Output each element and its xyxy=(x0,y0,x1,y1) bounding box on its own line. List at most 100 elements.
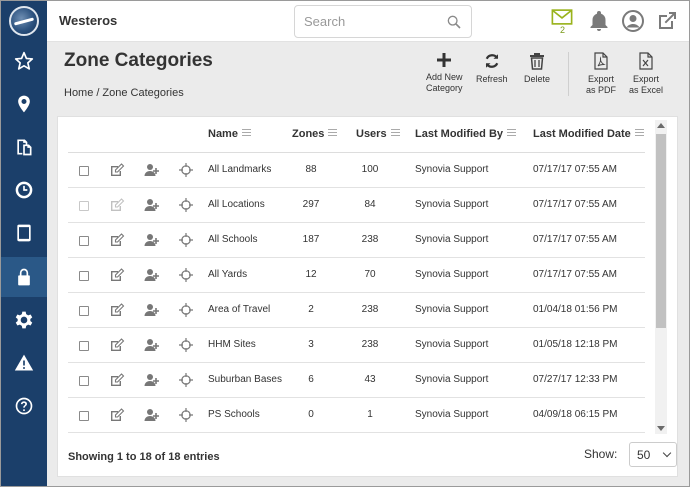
nav-devices[interactable] xyxy=(1,213,47,253)
cell-zones: 12 xyxy=(305,269,317,280)
table-info: Showing 1 to 18 of 18 entries xyxy=(68,451,220,463)
row-checkbox[interactable] xyxy=(79,411,89,421)
edit-icon[interactable] xyxy=(109,268,125,282)
add-user-icon[interactable] xyxy=(144,198,160,212)
sort-icon xyxy=(507,129,517,136)
refresh-icon xyxy=(485,54,499,68)
column-modified-date[interactable]: Last Modified Date xyxy=(533,128,644,140)
move-icon[interactable] xyxy=(178,338,194,352)
move-icon[interactable] xyxy=(178,373,194,387)
refresh-button[interactable]: Refresh xyxy=(476,52,508,85)
cell-modified-date: 07/17/17 07:55 AM xyxy=(533,234,617,245)
bell-icon[interactable] xyxy=(587,9,611,33)
nav-documents[interactable] xyxy=(1,127,47,167)
column-users[interactable]: Users xyxy=(356,128,400,140)
nav-favorites[interactable] xyxy=(1,41,47,81)
move-icon[interactable] xyxy=(178,408,194,422)
documents-icon xyxy=(17,139,32,156)
tablet-icon xyxy=(17,224,31,242)
cell-name[interactable]: All Landmarks xyxy=(208,164,271,175)
edit-icon[interactable] xyxy=(109,338,125,352)
move-icon[interactable] xyxy=(178,268,194,282)
scroll-up-icon[interactable] xyxy=(657,123,665,128)
nav-locations[interactable] xyxy=(1,84,47,124)
cell-modified-by: Synovia Support xyxy=(415,234,489,245)
move-icon[interactable] xyxy=(178,163,194,177)
table-row: Area of Travel 2 238 Synovia Support 01/04/1… xyxy=(68,293,645,328)
nav-help[interactable] xyxy=(1,386,47,426)
cell-name[interactable]: All Schools xyxy=(208,234,257,245)
cell-modified-date: 01/04/18 01:56 PM xyxy=(533,304,618,315)
logo-icon[interactable] xyxy=(9,6,39,36)
page-title: Zone Categories xyxy=(64,50,213,71)
user-icon[interactable] xyxy=(621,9,645,33)
cell-zones: 2 xyxy=(308,304,314,315)
mail-icon[interactable] xyxy=(551,7,573,27)
row-checkbox[interactable] xyxy=(79,271,89,281)
cell-modified-by: Synovia Support xyxy=(415,164,489,175)
add-user-icon[interactable] xyxy=(144,303,160,317)
row-checkbox[interactable] xyxy=(79,341,89,351)
scroll-down-icon[interactable] xyxy=(657,426,665,431)
cell-users: 238 xyxy=(361,234,379,245)
export-excel-button[interactable]: Export as Excel xyxy=(629,52,663,96)
search-icon[interactable] xyxy=(446,14,462,30)
cell-modified-date: 04/09/18 06:15 PM xyxy=(533,409,618,420)
cell-name[interactable]: All Yards xyxy=(208,269,247,280)
search-input[interactable] xyxy=(304,14,444,29)
cell-name[interactable]: All Locations xyxy=(208,199,265,210)
edit-icon[interactable] xyxy=(109,198,125,212)
column-name[interactable]: Name xyxy=(208,128,251,140)
add-category-button[interactable]: Add New Category xyxy=(426,52,463,94)
row-checkbox[interactable] xyxy=(79,236,89,246)
edit-icon[interactable] xyxy=(109,163,125,177)
add-user-icon[interactable] xyxy=(144,163,160,177)
column-label: Last Modified By xyxy=(415,128,504,140)
edit-icon[interactable] xyxy=(109,303,125,317)
table-row: All Yards 12 70 Synovia Support 07/17/17 07:… xyxy=(68,258,645,293)
edit-icon[interactable] xyxy=(109,408,125,422)
nav-settings[interactable] xyxy=(1,300,47,340)
page-size-select[interactable]: 50 xyxy=(629,442,677,467)
move-icon[interactable] xyxy=(178,233,194,247)
edit-icon[interactable] xyxy=(109,373,125,387)
nav-security[interactable] xyxy=(1,257,47,297)
row-checkbox[interactable] xyxy=(79,306,89,316)
scroll-thumb[interactable] xyxy=(656,134,666,328)
cell-name[interactable]: PS Schools xyxy=(208,409,260,420)
search-box[interactable] xyxy=(294,5,472,38)
row-checkbox[interactable] xyxy=(79,166,89,176)
delete-button[interactable]: Delete xyxy=(524,52,550,85)
nav-alerts[interactable] xyxy=(1,343,47,383)
move-icon[interactable] xyxy=(178,303,194,317)
row-checkbox[interactable] xyxy=(79,376,89,386)
sort-icon xyxy=(390,129,400,136)
add-user-icon[interactable] xyxy=(144,233,160,247)
external-link-icon[interactable] xyxy=(655,9,679,33)
column-zones[interactable]: Zones xyxy=(292,128,338,140)
add-user-icon[interactable] xyxy=(144,268,160,282)
refresh-label: Refresh xyxy=(476,74,508,84)
table-row: Suburban Bases 6 43 Synovia Support 07/27/17… xyxy=(68,363,645,398)
add-user-icon[interactable] xyxy=(144,338,160,352)
move-icon[interactable] xyxy=(178,198,194,212)
edit-icon[interactable] xyxy=(109,233,125,247)
cell-name[interactable]: Area of Travel xyxy=(208,304,270,315)
column-label: Zones xyxy=(292,128,325,140)
table-scrollbar[interactable] xyxy=(655,120,667,434)
cell-zones: 297 xyxy=(302,199,320,210)
breadcrumb-current: Zone Categories xyxy=(102,87,184,99)
cell-zones: 3 xyxy=(308,339,314,350)
add-user-icon[interactable] xyxy=(144,408,160,422)
column-modified-by[interactable]: Last Modified By xyxy=(415,128,517,140)
add-user-icon[interactable] xyxy=(144,373,160,387)
cell-name[interactable]: HHM Sites xyxy=(208,339,256,350)
cell-zones: 187 xyxy=(302,234,320,245)
breadcrumb-home[interactable]: Home xyxy=(64,87,93,99)
row-checkbox[interactable] xyxy=(79,201,89,211)
lock-icon xyxy=(18,268,30,286)
nav-history[interactable] xyxy=(1,170,47,210)
export-pdf-button[interactable]: Export as PDF xyxy=(586,52,616,96)
cell-name[interactable]: Suburban Bases xyxy=(208,374,282,385)
delete-label: Delete xyxy=(524,74,551,84)
